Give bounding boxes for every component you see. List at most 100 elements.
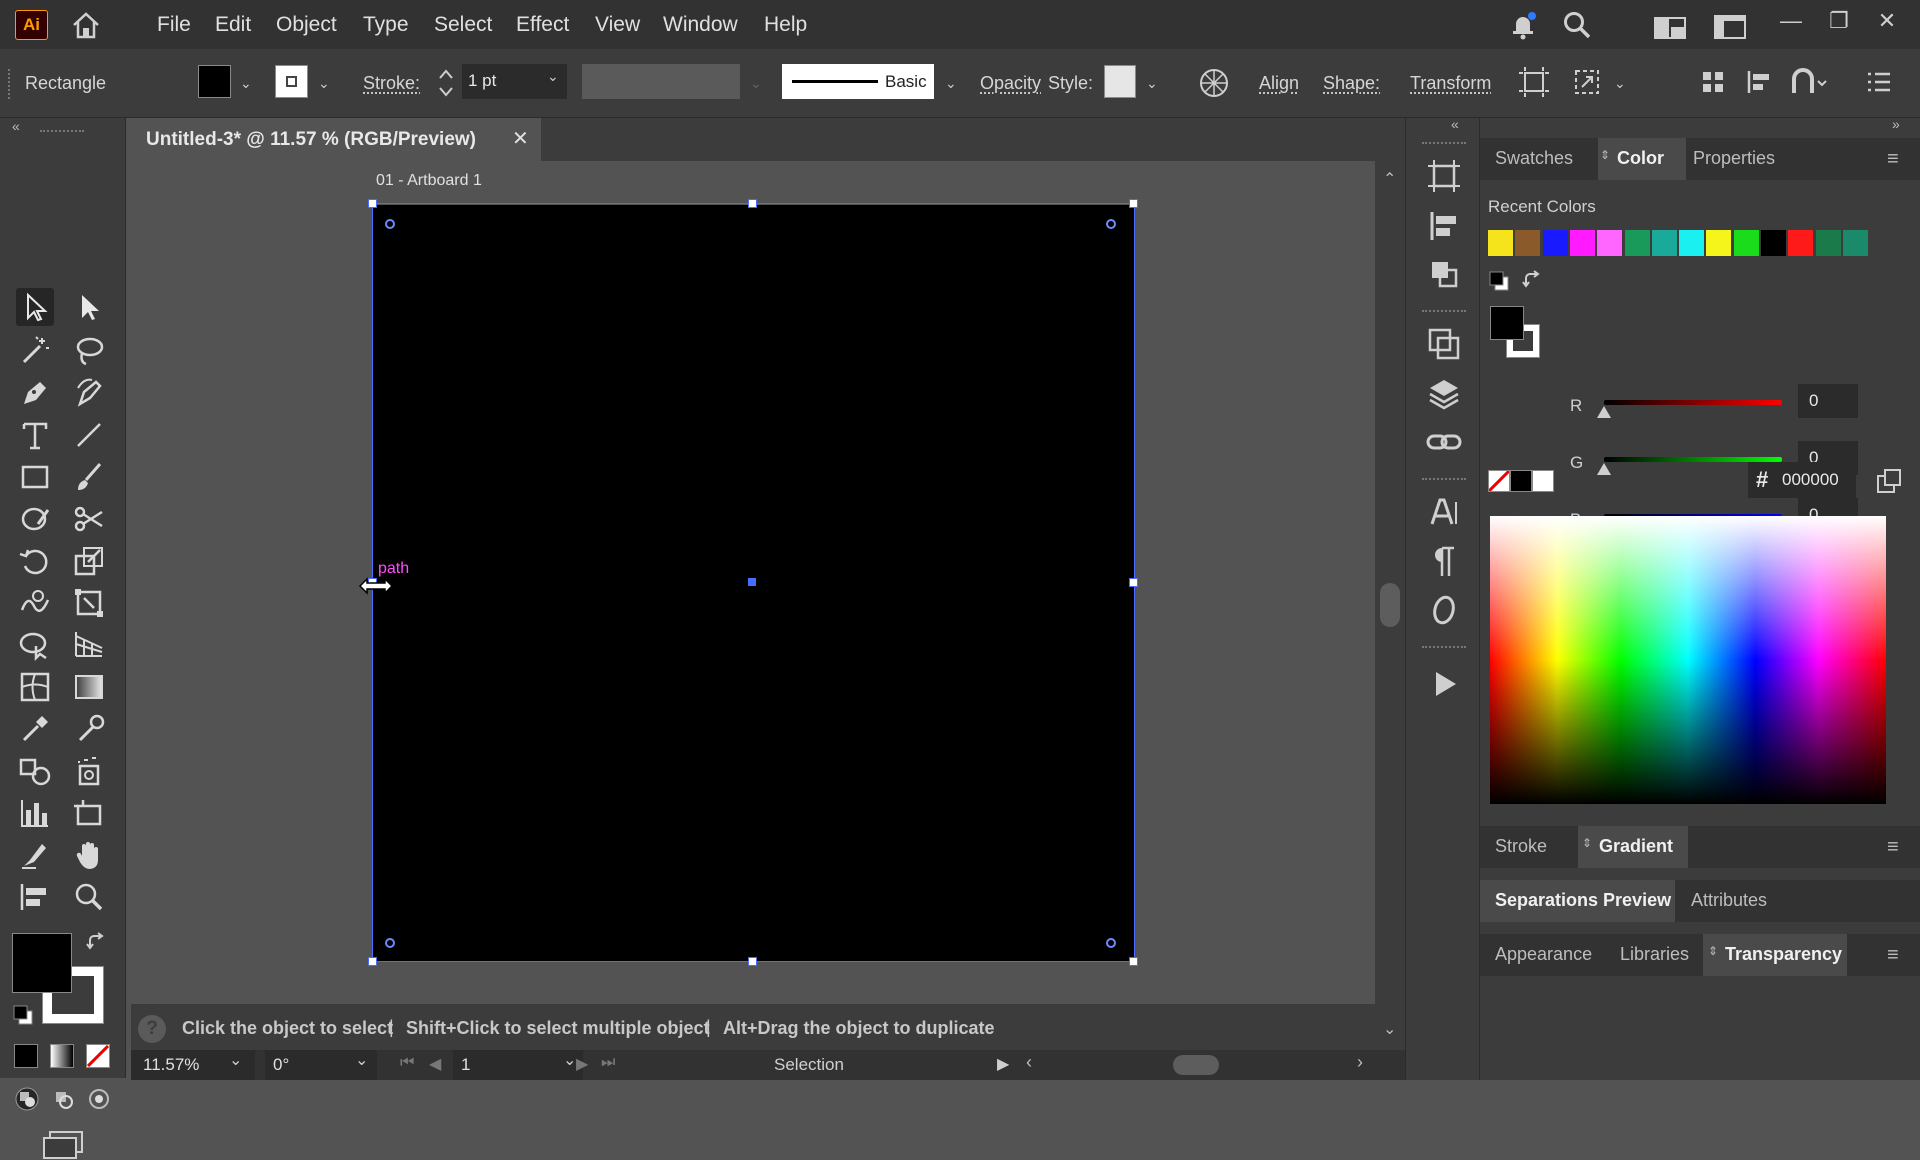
notification-bell-icon[interactable] [1508, 10, 1538, 40]
measure-tool-icon[interactable] [70, 710, 108, 748]
menu-select[interactable]: Select [434, 13, 492, 37]
corner-widget-bottom-right[interactable] [1106, 938, 1116, 948]
artboard-tool-icon[interactable] [70, 794, 108, 832]
recent-color-swatch[interactable] [1515, 230, 1541, 256]
workspace-switcher-icon[interactable] [1654, 14, 1686, 40]
horizontal-scroll-thumb[interactable] [1173, 1055, 1219, 1075]
control-bar-grip[interactable] [8, 69, 12, 99]
menu-edit[interactable]: Edit [215, 13, 251, 37]
brush-dropdown-icon[interactable]: ⌄ [945, 75, 957, 92]
zoom-field[interactable]: 11.57% ⌄ [131, 1050, 255, 1080]
menu-object[interactable]: Object [276, 13, 337, 37]
tab-appearance[interactable]: Appearance [1495, 944, 1592, 965]
black-color-swatch[interactable] [1510, 470, 1532, 492]
paragraph-panel-icon[interactable] [1424, 542, 1464, 582]
default-fill-stroke-icon[interactable] [12, 1004, 34, 1026]
artboard-number-field[interactable]: 1 ⌄ [453, 1050, 583, 1080]
restore-icon[interactable]: ❐ [1824, 6, 1854, 36]
line-segment-tool-icon[interactable] [70, 416, 108, 454]
menu-help[interactable]: Help [764, 13, 807, 37]
perspective-grid-tool-icon[interactable] [70, 626, 108, 664]
home-icon[interactable] [70, 10, 102, 40]
menu-file[interactable]: File [157, 13, 191, 37]
resize-handle-middle-right[interactable] [1129, 578, 1138, 587]
tab-color[interactable]: Color [1617, 148, 1664, 169]
free-transform-tool-icon[interactable] [70, 584, 108, 622]
channel-slider-thumb[interactable] [1597, 406, 1611, 418]
recent-color-swatch[interactable] [1733, 230, 1759, 256]
shape-builder-icon[interactable] [1790, 67, 1830, 97]
hand-tool-icon[interactable] [70, 836, 108, 874]
column-graph-tool-icon[interactable] [16, 794, 54, 832]
magic-wand-tool-icon[interactable] [16, 332, 54, 370]
transform-label[interactable]: Transform [1410, 73, 1491, 94]
recolor-artwork-icon[interactable] [1198, 67, 1230, 99]
slice-tool-icon[interactable] [16, 836, 54, 874]
shaper-tool-icon[interactable] [16, 500, 54, 538]
puppet-warp-icon[interactable] [1572, 67, 1602, 97]
toolbar-grip[interactable] [40, 130, 84, 134]
stroke-dropdown-icon[interactable]: ⌄ [318, 75, 330, 92]
panel-collapse-icon[interactable]: » [1892, 116, 1900, 132]
tab-transparency[interactable]: Transparency [1725, 944, 1842, 965]
puppet-warp-dropdown-icon[interactable]: ⌄ [1614, 75, 1626, 92]
arrange-documents-icon[interactable] [1714, 14, 1746, 40]
pen-tool-icon[interactable] [16, 374, 54, 412]
status-menu-icon[interactable]: ▶ [997, 1054, 1009, 1074]
scissors-tool-icon[interactable] [70, 500, 108, 538]
fill-color-indicator[interactable] [12, 933, 72, 993]
shape-builder-tool-icon[interactable] [16, 626, 54, 664]
vertical-scrollbar[interactable]: ⌃ ⌄ [1375, 161, 1405, 1058]
mesh-tool-icon[interactable] [16, 668, 54, 706]
recent-color-swatch[interactable] [1542, 230, 1568, 256]
paintbrush-tool-icon[interactable] [70, 458, 108, 496]
tab-stroke[interactable]: Stroke [1495, 836, 1547, 857]
channel-slider-thumb[interactable] [1597, 463, 1611, 475]
color-spectrum[interactable] [1490, 516, 1886, 804]
layers-panel-icon[interactable] [1424, 374, 1464, 414]
recent-color-swatch[interactable] [1679, 230, 1705, 256]
blend-tool-icon[interactable] [16, 752, 54, 790]
swap-fill-stroke-icon[interactable] [86, 932, 108, 954]
corner-widget-top-left[interactable] [385, 219, 395, 229]
search-icon[interactable] [1562, 10, 1592, 40]
fill-dropdown-icon[interactable]: ⌄ [240, 75, 252, 92]
direct-selection-tool-icon[interactable] [70, 288, 108, 326]
scroll-right-icon[interactable]: › [1357, 1052, 1363, 1073]
stroke-label[interactable]: Stroke: [363, 73, 420, 94]
recent-color-swatch[interactable] [1815, 230, 1841, 256]
shape-label[interactable]: Shape: [1323, 73, 1380, 94]
zoom-tool-icon[interactable] [70, 878, 108, 916]
transform-panel-icon[interactable] [1424, 324, 1464, 364]
color-panel-menu-icon[interactable]: ≡ [1887, 148, 1899, 171]
menu-window[interactable]: Window [663, 13, 738, 37]
resize-handle-top-middle[interactable] [748, 199, 757, 208]
align-label[interactable]: Align [1259, 73, 1299, 94]
corner-widget-top-right[interactable] [1106, 219, 1116, 229]
recent-color-swatch[interactable] [1624, 230, 1650, 256]
recent-color-swatch[interactable] [1706, 230, 1732, 256]
corner-widget-bottom-left[interactable] [385, 938, 395, 948]
gradient-tool-icon[interactable] [70, 668, 108, 706]
tab-gradient[interactable]: Gradient [1599, 836, 1673, 857]
character-panel-icon[interactable] [1424, 492, 1464, 532]
default-colors-icon[interactable] [1488, 270, 1510, 292]
draw-normal-icon[interactable] [14, 1086, 40, 1112]
rotation-field[interactable]: 0° ⌄ [265, 1050, 377, 1080]
rotation-dropdown-icon[interactable]: ⌄ [355, 1050, 368, 1070]
menu-type[interactable]: Type [363, 13, 409, 37]
recent-color-swatch[interactable] [1788, 230, 1814, 256]
tab-libraries[interactable]: Libraries [1620, 944, 1689, 965]
scale-tool-icon[interactable] [70, 542, 108, 580]
graphic-style-swatch[interactable] [1104, 65, 1136, 98]
gradient-panel-menu-icon[interactable]: ≡ [1887, 836, 1899, 859]
resize-handle-top-right[interactable] [1129, 199, 1138, 208]
isolate-selected-icon[interactable] [1518, 67, 1550, 97]
curvature-tool-icon[interactable] [70, 374, 108, 412]
screen-mode-icon[interactable] [42, 1130, 84, 1160]
next-artboard-icon[interactable]: ▶ [576, 1054, 588, 1074]
recent-color-swatch[interactable] [1651, 230, 1677, 256]
minimize-icon[interactable]: — [1776, 6, 1806, 36]
stroke-weight-field[interactable]: 1 pt ⌄ [462, 64, 567, 99]
hex-field[interactable]: # 000000 [1748, 462, 1856, 498]
